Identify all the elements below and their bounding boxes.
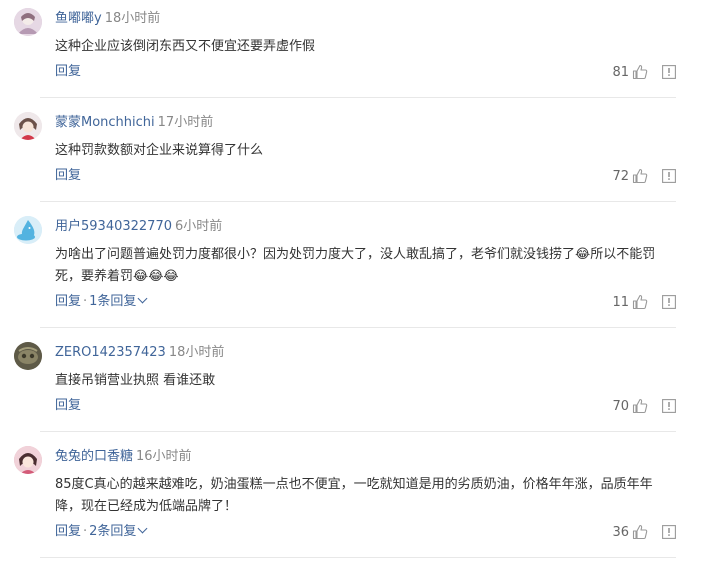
username[interactable]: 兔兔的口香糖 xyxy=(55,449,133,464)
comment-text: 为啥出了问题普遍处罚力度都很小？因为处罚力度大了，没人敢乱搞了，老爷们就没钱捞了… xyxy=(55,247,656,284)
comment-actions: 回复 · 1条回复 xyxy=(55,293,148,311)
username[interactable]: 蒙蒙Monchhichi xyxy=(55,115,155,130)
like-count: 36 xyxy=(612,524,629,540)
report-icon[interactable] xyxy=(662,295,676,309)
reply-button[interactable]: 回复 xyxy=(55,398,81,413)
report-icon[interactable] xyxy=(662,169,676,183)
separator-dot: · xyxy=(83,524,88,539)
thumbs-up-icon[interactable] xyxy=(632,294,648,310)
thumbs-up-icon[interactable] xyxy=(632,168,648,184)
comment-meta: 用户59340322770 6小时前 xyxy=(55,218,222,236)
comment-meta: ZERO142357423 18小时前 xyxy=(55,344,224,362)
avatar[interactable] xyxy=(14,216,42,244)
comment-stats: 36 xyxy=(612,522,676,542)
reply-button[interactable]: 回复 xyxy=(55,168,81,183)
reply-button[interactable]: 回复 xyxy=(55,64,81,79)
timestamp: 6小时前 xyxy=(174,219,223,234)
reply-button[interactable]: 回复 xyxy=(55,294,81,309)
comment-text: 这种企业应该倒闭东西又不便宜还要弄虚作假 xyxy=(55,39,316,54)
comment-actions: 回复 xyxy=(55,167,81,185)
comment-item: 鱼嘟嘟y 18小时前 这种企业应该倒闭东西又不便宜还要弄虚作假 回复 81 xyxy=(0,0,706,98)
separator-dot: · xyxy=(83,294,88,309)
like-count: 72 xyxy=(612,168,629,184)
username[interactable]: ZERO142357423 xyxy=(55,345,166,360)
reply-button[interactable]: 回复 xyxy=(55,524,81,539)
divider xyxy=(40,431,676,432)
divider xyxy=(40,201,676,202)
thumbs-up-icon[interactable] xyxy=(632,64,648,80)
like-count: 70 xyxy=(612,398,629,414)
thumbs-up-icon[interactable] xyxy=(632,398,648,414)
report-icon[interactable] xyxy=(662,525,676,539)
divider xyxy=(40,557,676,558)
avatar[interactable] xyxy=(14,112,42,140)
thumbs-up-icon[interactable] xyxy=(632,524,648,540)
comment-meta: 鱼嘟嘟y 18小时前 xyxy=(55,10,160,28)
comment-meta: 兔兔的口香糖 16小时前 xyxy=(55,448,192,466)
comment-text: 85度C真心的越来越难吃，奶油蛋糕一点也不便宜，一吃就知道是用的劣质奶油，价格年… xyxy=(55,477,653,514)
timestamp: 18小时前 xyxy=(168,345,225,360)
comment-item: ZERO142357423 18小时前 直接吊销营业执照 看谁还敢 回复 70 xyxy=(0,334,706,432)
timestamp: 18小时前 xyxy=(104,11,161,26)
comment-stats: 81 xyxy=(612,62,676,82)
username[interactable]: 用户59340322770 xyxy=(55,219,172,234)
timestamp: 17小时前 xyxy=(157,115,214,130)
comment-text: 直接吊销营业执照 看谁还敢 xyxy=(55,373,216,388)
divider xyxy=(40,97,676,98)
comment-stats: 72 xyxy=(612,166,676,186)
report-icon[interactable] xyxy=(662,399,676,413)
report-icon[interactable] xyxy=(662,65,676,79)
comment-stats: 11 xyxy=(612,292,676,312)
view-replies-link[interactable]: 1条回复 xyxy=(89,293,148,309)
username[interactable]: 鱼嘟嘟y xyxy=(55,11,102,26)
comment-actions: 回复 xyxy=(55,397,81,415)
comment-actions: 回复 · 2条回复 xyxy=(55,523,148,541)
like-count: 81 xyxy=(612,64,629,80)
replies-count-label: 1条回复 xyxy=(89,294,137,309)
like-count: 11 xyxy=(612,294,629,310)
avatar[interactable] xyxy=(14,446,42,474)
comment-item: 兔兔的口香糖 16小时前 85度C真心的越来越难吃，奶油蛋糕一点也不便宜，一吃就知… xyxy=(0,438,706,558)
comment-item: 蒙蒙Monchhichi 17小时前 这种罚款数额对企业来说算得了什么 回复 72 xyxy=(0,104,706,202)
chevron-down-icon xyxy=(137,523,148,534)
timestamp: 16小时前 xyxy=(136,449,192,464)
view-replies-link[interactable]: 2条回复 xyxy=(89,523,148,539)
comment-text: 这种罚款数额对企业来说算得了什么 xyxy=(55,143,264,158)
comment-meta: 蒙蒙Monchhichi 17小时前 xyxy=(55,114,213,132)
comment-actions: 回复 xyxy=(55,63,81,81)
chevron-down-icon xyxy=(137,293,148,304)
comment-stats: 70 xyxy=(612,396,676,416)
replies-count-label: 2条回复 xyxy=(89,524,137,539)
avatar[interactable] xyxy=(14,8,42,36)
comment-item: 用户59340322770 6小时前 为啥出了问题普遍处罚力度都很小？因为处罚力度… xyxy=(0,208,706,328)
avatar[interactable] xyxy=(14,342,42,370)
divider xyxy=(40,327,676,328)
